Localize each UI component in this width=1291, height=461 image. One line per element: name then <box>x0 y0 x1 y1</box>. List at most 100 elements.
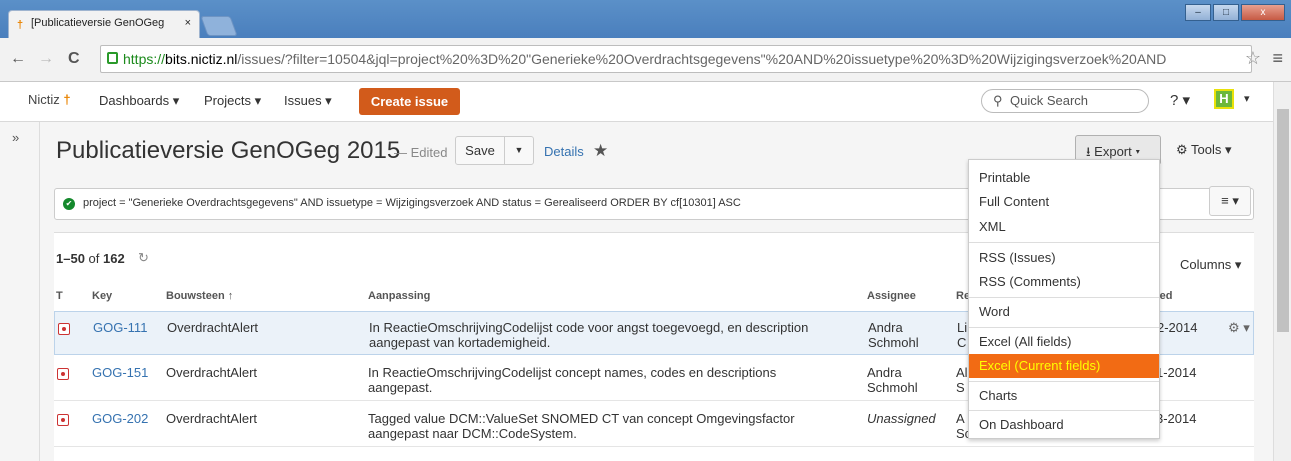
created-cell: 3-2014 <box>1156 411 1197 426</box>
window-controls: – □ x <box>1185 4 1285 21</box>
new-tab-button[interactable] <box>200 16 238 36</box>
export-rss-comments[interactable]: RSS (Comments) <box>969 270 1159 294</box>
export-excel-all[interactable]: Excel (All fields) <box>969 330 1159 354</box>
back-icon[interactable]: ← <box>10 50 26 68</box>
aanpassing-cell[interactable]: Tagged value DCM::ValueSet SNOMED CT van… <box>368 411 795 441</box>
issue-key-link[interactable]: GOG-151 <box>92 365 148 380</box>
col-header-type[interactable]: T <box>56 290 63 302</box>
bookmark-star-icon[interactable]: ☆ <box>1245 48 1261 69</box>
result-count: 1–50 of 162 <box>56 251 125 266</box>
nictiz-logo[interactable]: Nictiz † <box>28 92 71 107</box>
tools-label: Tools ▾ <box>1191 142 1232 157</box>
issue-key-link[interactable]: GOG-111 <box>93 320 147 335</box>
columns-button[interactable]: Columns ▾ <box>1180 257 1241 273</box>
sidebar-collapsed: » <box>0 122 40 461</box>
created-cell: 2-2014 <box>1157 320 1198 335</box>
bug-type-icon <box>57 414 69 426</box>
valid-check-icon: ✔ <box>63 198 75 210</box>
aanpassing-cell[interactable]: In ReactieOmschrijvingCodelijst concept … <box>368 365 776 395</box>
minimize-icon[interactable]: – <box>1185 4 1211 21</box>
gear-icon: ⚙ <box>1176 142 1192 157</box>
close-window-icon[interactable]: x <box>1241 4 1285 21</box>
browser-titlebar: † [Publicatieversie GenOGeg × – □ x <box>0 0 1291 38</box>
assignee-cell: Andra Schmohl <box>868 320 919 350</box>
export-printable[interactable]: Printable <box>969 166 1159 190</box>
assignee-line2: Schmohl <box>867 380 918 395</box>
reporter-cell: Al S <box>956 365 968 395</box>
logo-text: Nictiz <box>28 92 60 107</box>
reload-icon[interactable]: C <box>68 50 80 68</box>
count-of: of <box>88 251 100 266</box>
reporter-line1: Al <box>956 365 968 380</box>
tools-button[interactable]: ⚙ Tools ▾ <box>1176 142 1232 158</box>
address-bar-area: ← → C https://bits.nictiz.nl/issues/?fil… <box>0 38 1291 82</box>
issue-key-link[interactable]: GOG-202 <box>92 411 148 426</box>
assignee-cell: Andra Schmohl <box>867 365 918 395</box>
expand-sidebar-icon[interactable]: » <box>12 130 19 145</box>
row-gear-icon[interactable]: ⚙ ▾ <box>1228 320 1250 336</box>
aanpassing-line2: aangepast van kortademigheid. <box>369 335 551 350</box>
scrollbar-thumb[interactable] <box>1277 109 1289 332</box>
avatar[interactable]: H <box>1214 89 1234 109</box>
view-options-button[interactable]: ≡ ▾ <box>1209 186 1251 216</box>
reporter-line1: A <box>956 411 965 426</box>
menu-divider <box>969 327 1159 328</box>
maximize-icon[interactable]: □ <box>1213 4 1239 21</box>
export-on-dashboard[interactable]: On Dashboard <box>969 413 1159 437</box>
bouwsteen-cell: OverdrachtAlert <box>166 365 258 380</box>
export-charts[interactable]: Charts <box>969 384 1159 408</box>
nav-issues[interactable]: Issues ▾ <box>284 93 332 109</box>
refresh-icon[interactable]: ↻ <box>138 250 149 266</box>
forward-icon[interactable]: → <box>38 50 54 68</box>
quick-search-placeholder: Quick Search <box>1010 93 1089 108</box>
export-excel-current[interactable]: Excel (Current fields) <box>969 354 1159 378</box>
page-scrollbar[interactable] <box>1273 82 1291 461</box>
logo-figure-icon: † <box>63 92 71 107</box>
col-header-aanpassing[interactable]: Aanpassing <box>368 290 430 302</box>
create-issue-button[interactable]: Create issue <box>359 88 460 115</box>
col-header-assignee[interactable]: Assignee <box>867 290 916 302</box>
help-icon[interactable]: ? ▾ <box>1170 91 1190 109</box>
avatar-caret-icon[interactable]: ▾ <box>1244 92 1250 105</box>
nictiz-favicon-icon: † <box>17 19 24 31</box>
export-rss-issues[interactable]: RSS (Issues) <box>969 246 1159 270</box>
search-icon: ⚲ <box>993 93 1003 108</box>
created-cell: 1-2014 <box>1156 365 1197 380</box>
page-title: Publicatieversie GenOGeg 2015 <box>56 137 401 164</box>
export-label: Export ▾ <box>1094 144 1141 159</box>
bug-type-icon <box>58 323 70 335</box>
aanpassing-cell[interactable]: In ReactieOmschrijvingCodelijst code voo… <box>369 320 808 350</box>
assignee-line1: Andra <box>868 320 903 335</box>
bouwsteen-cell: OverdrachtAlert <box>167 320 259 335</box>
export-xml[interactable]: XML <box>969 215 1159 239</box>
assignee-cell: Unassigned <box>867 411 936 426</box>
menu-divider <box>969 242 1159 243</box>
aanpassing-line1: In ReactieOmschrijvingCodelijst code voo… <box>369 320 809 335</box>
url-input[interactable]: https://bits.nictiz.nl/issues/?filter=10… <box>100 45 1252 73</box>
tab-close-icon[interactable]: × <box>185 17 191 29</box>
nav-dashboards[interactable]: Dashboards ▾ <box>99 93 179 109</box>
aanpassing-line1: In ReactieOmschrijvingCodelijst concept … <box>368 365 777 380</box>
bug-type-icon <box>57 368 69 380</box>
nav-projects[interactable]: Projects ▾ <box>204 93 261 109</box>
reporter-line1: Li <box>957 320 968 335</box>
save-dropdown-icon[interactable]: ▼ <box>504 136 534 165</box>
export-word[interactable]: Word <box>969 300 1159 324</box>
browser-menu-icon[interactable]: ≡ <box>1272 48 1283 69</box>
aanpassing-line1: Tagged value DCM::ValueSet SNOMED CT van… <box>368 411 795 426</box>
details-link[interactable]: Details <box>544 144 584 159</box>
url-path: /issues/?filter=10504&jql=project%20%3D%… <box>237 51 1167 67</box>
url-scheme: https:// <box>123 51 166 67</box>
jira-header: Nictiz † Dashboards ▾ Projects ▾ Issues … <box>0 82 1273 122</box>
favourite-star-icon[interactable]: ★ <box>593 141 608 161</box>
aanpassing-line2: aangepast naar DCM::CodeSystem. <box>368 426 577 441</box>
col-header-key[interactable]: Key <box>92 290 112 302</box>
save-button[interactable]: Save <box>455 136 505 165</box>
count-total: 162 <box>103 251 125 266</box>
quick-search-input[interactable]: ⚲ Quick Search <box>981 89 1149 113</box>
browser-tab[interactable]: † [Publicatieversie GenOGeg × <box>8 10 200 38</box>
tab-title: [Publicatieversie GenOGeg <box>31 17 165 29</box>
col-header-bouwsteen[interactable]: Bouwsteen ↑ <box>166 290 233 302</box>
export-full-content[interactable]: Full Content <box>969 190 1159 214</box>
export-dropdown-menu: Printable Full Content XML RSS (Issues) … <box>968 159 1160 439</box>
